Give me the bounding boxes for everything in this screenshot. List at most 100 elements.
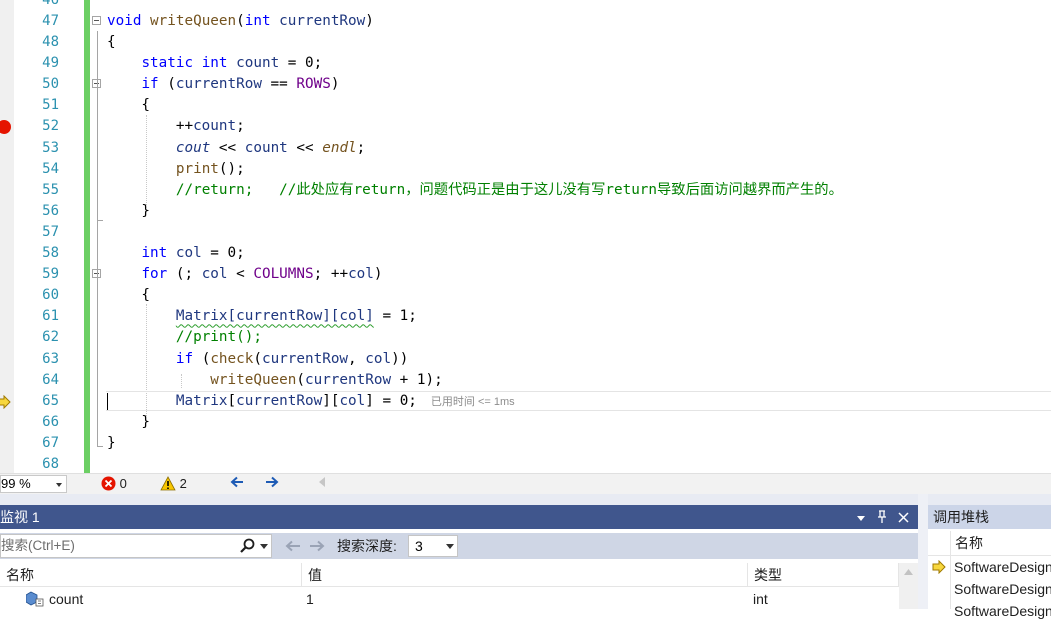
code-editor[interactable]: 4647void writeQueen(int currentRow)48{49… [0, 0, 1051, 473]
panel-splitter[interactable] [918, 494, 928, 609]
code-token: ( [236, 12, 245, 29]
code-token: << [210, 139, 245, 156]
current-frame-arrow-icon [932, 560, 946, 574]
code-text: Matrix[currentRow][col] = 1; [107, 306, 417, 327]
error-count-button[interactable]: 0 [101, 475, 127, 493]
search-icon[interactable] [239, 538, 255, 554]
code-line[interactable]: 63 if (check(currentRow, col)) [0, 349, 1051, 370]
code-token: ( [193, 350, 211, 367]
callstack-grid: 名称 SoftwareDesign SoftwareDesign Softwar… [928, 531, 1051, 619]
code-line[interactable]: 52 ++count; [0, 116, 1051, 137]
code-token: ) [365, 12, 374, 29]
instruction-pointer-icon[interactable] [0, 395, 11, 409]
line-number: 55 [42, 181, 59, 198]
code-line[interactable]: 57 [0, 222, 1051, 243]
code-token: check [210, 350, 254, 367]
code-line[interactable]: 58 int col = 0; [0, 243, 1051, 264]
panel-separator [0, 494, 1051, 505]
code-token: ( [253, 350, 262, 367]
code-line[interactable]: 46 [0, 0, 1051, 11]
line-number: 64 [42, 371, 59, 388]
code-token: = 0; [201, 245, 245, 262]
warning-count: 2 [179, 476, 187, 491]
code-token: col [348, 266, 374, 283]
indent-guide [146, 115, 147, 209]
search-previous-icon[interactable] [285, 540, 301, 552]
code-token: (; [167, 266, 202, 283]
scroll-left-button[interactable] [318, 475, 326, 493]
code-token: int [201, 55, 228, 72]
outline-line [97, 31, 98, 447]
search-placeholder: 搜索(Ctrl+E) [1, 538, 75, 553]
zoom-dropdown[interactable]: 99 % [0, 475, 67, 493]
callstack-panel-title: 调用堆栈 [933, 509, 989, 525]
search-depth-dropdown[interactable]: 3 [408, 535, 458, 557]
code-text: //print(); [107, 327, 262, 348]
column-header-type[interactable]: 类型 [748, 563, 899, 587]
column-header-value[interactable]: 值 [302, 563, 748, 587]
watch-value-cell[interactable]: 1 [306, 588, 314, 610]
code-line[interactable]: 68 [0, 454, 1051, 473]
code-line[interactable]: 61 Matrix[currentRow][col] = 1; [0, 306, 1051, 327]
callstack-frame[interactable]: SoftwareDesign [928, 600, 1051, 622]
code-token: writeQueen [210, 371, 297, 388]
search-input[interactable]: 搜索(Ctrl+E) [0, 534, 272, 558]
navigate-back-button[interactable] [230, 475, 244, 493]
code-line[interactable]: 48 { [0, 32, 1051, 53]
current-line-highlight [106, 391, 1051, 411]
code-line[interactable]: 56 } [0, 201, 1051, 222]
code-line[interactable]: 66 } [0, 412, 1051, 433]
code-line[interactable]: 59 for (; col < COLUMNS; ++col) [0, 264, 1051, 285]
code-line[interactable]: 67} [0, 433, 1051, 454]
warning-count-button[interactable]: 2 [160, 475, 187, 493]
code-line[interactable]: 51 { [0, 95, 1051, 116]
code-line[interactable]: 53 cout << count << endl; [0, 138, 1051, 159]
search-next-icon[interactable] [309, 540, 325, 552]
callstack-frame[interactable]: SoftwareDesign [928, 578, 1051, 600]
code-text: if (check(currentRow, col)) [107, 349, 408, 370]
chevron-down-icon[interactable] [260, 544, 268, 550]
close-icon[interactable] [898, 512, 909, 523]
pin-icon[interactable] [876, 510, 888, 524]
collapse-toggle-icon[interactable] [92, 15, 101, 25]
code-token: if [175, 350, 194, 367]
code-token: cout [175, 139, 211, 156]
code-line[interactable]: 47 void writeQueen(int currentRow) [0, 11, 1051, 32]
code-line[interactable]: 49 static int count = 0; [0, 53, 1051, 74]
column-header-name[interactable]: 名称 [928, 531, 1051, 556]
line-number: 52 [42, 118, 59, 135]
code-line[interactable]: 62 //print(); [0, 327, 1051, 348]
callstack-frame[interactable]: SoftwareDesign [928, 556, 1051, 578]
column-header-name[interactable]: 名称 [0, 563, 302, 587]
scroll-up-icon[interactable] [904, 569, 913, 575]
callstack-frame-name: SoftwareDesign [954, 581, 1051, 597]
watch-panel-title: 监视 1 [0, 509, 40, 525]
line-number: 56 [42, 202, 59, 219]
code-line[interactable]: 54 print(); [0, 159, 1051, 180]
code-token: //print(); [175, 329, 262, 346]
search-depth-value: 3 [415, 538, 423, 554]
code-line[interactable]: 55 //return; //此处应有return，问题代码正是由于这儿没有写r… [0, 180, 1051, 201]
window-menu-icon[interactable] [856, 513, 866, 523]
code-token: endl [322, 139, 357, 156]
code-line[interactable]: 60 { [0, 285, 1051, 306]
navigate-forward-button[interactable] [265, 475, 279, 493]
watch-panel-title-bar[interactable]: 监视 1 [0, 505, 918, 529]
code-token: COLUMNS [253, 266, 314, 283]
line-number: 51 [42, 97, 59, 114]
arrow-right-icon [266, 476, 279, 488]
code-line[interactable]: 64 writeQueen(currentRow + 1); [0, 370, 1051, 391]
table-row[interactable]: count 1 int [0, 588, 899, 610]
callstack-panel-title-bar[interactable]: 调用堆栈 [928, 505, 1051, 529]
code-token: + 1); [391, 371, 443, 388]
code-line[interactable]: 50 if (currentRow == ROWS) [0, 74, 1051, 95]
vertical-scrollbar[interactable] [899, 563, 918, 609]
code-token: } [107, 202, 151, 219]
